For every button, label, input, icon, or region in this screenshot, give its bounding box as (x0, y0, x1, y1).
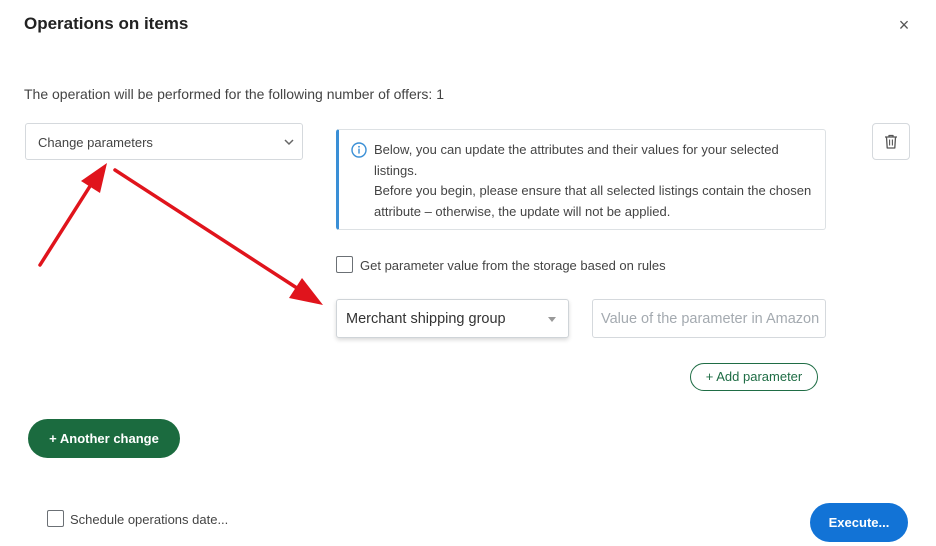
chevron-down-icon (284, 139, 294, 146)
close-icon[interactable]: × (894, 14, 914, 36)
plus-icon: + (705, 369, 714, 384)
plus-icon: + (49, 431, 57, 446)
info-text-line-2: Before you begin, please ensure that all… (374, 183, 812, 219)
execute-button[interactable]: Execute... (810, 503, 908, 542)
trash-icon (885, 134, 897, 149)
another-change-button[interactable]: + Another change (28, 419, 180, 458)
caret-down-icon (548, 317, 556, 322)
parameter-value-input[interactable] (592, 299, 826, 338)
info-icon (351, 142, 367, 158)
storage-rules-label: Get parameter value from the storage bas… (360, 258, 666, 273)
schedule-label: Schedule operations date... (70, 512, 229, 527)
info-box: Below, you can update the attributes and… (336, 129, 826, 230)
offers-label: The operation will be performed for the … (24, 86, 433, 102)
add-parameter-label: Add parameter (716, 369, 803, 384)
operation-select[interactable]: Change parameters (25, 123, 303, 160)
info-text-line-1: Below, you can update the attributes and… (374, 142, 779, 178)
schedule-checkbox[interactable] (47, 510, 64, 527)
arrow-to-operation-select (38, 163, 107, 267)
storage-rules-checkbox[interactable] (336, 256, 353, 273)
annotation-arrows (38, 163, 323, 305)
operation-select-value: Change parameters (38, 135, 153, 150)
offers-count-text: The operation will be performed for the … (24, 86, 444, 102)
dialog-title: Operations on items (24, 14, 189, 33)
add-parameter-button[interactable]: + Add parameter (690, 363, 818, 391)
arrow-to-parameter-select (113, 168, 323, 305)
parameter-select-value: Merchant shipping group (346, 311, 506, 327)
offers-count: 1 (436, 86, 445, 102)
another-change-label: Another change (59, 431, 159, 446)
delete-button[interactable] (872, 123, 910, 160)
parameter-select[interactable]: Merchant shipping group (336, 299, 569, 338)
